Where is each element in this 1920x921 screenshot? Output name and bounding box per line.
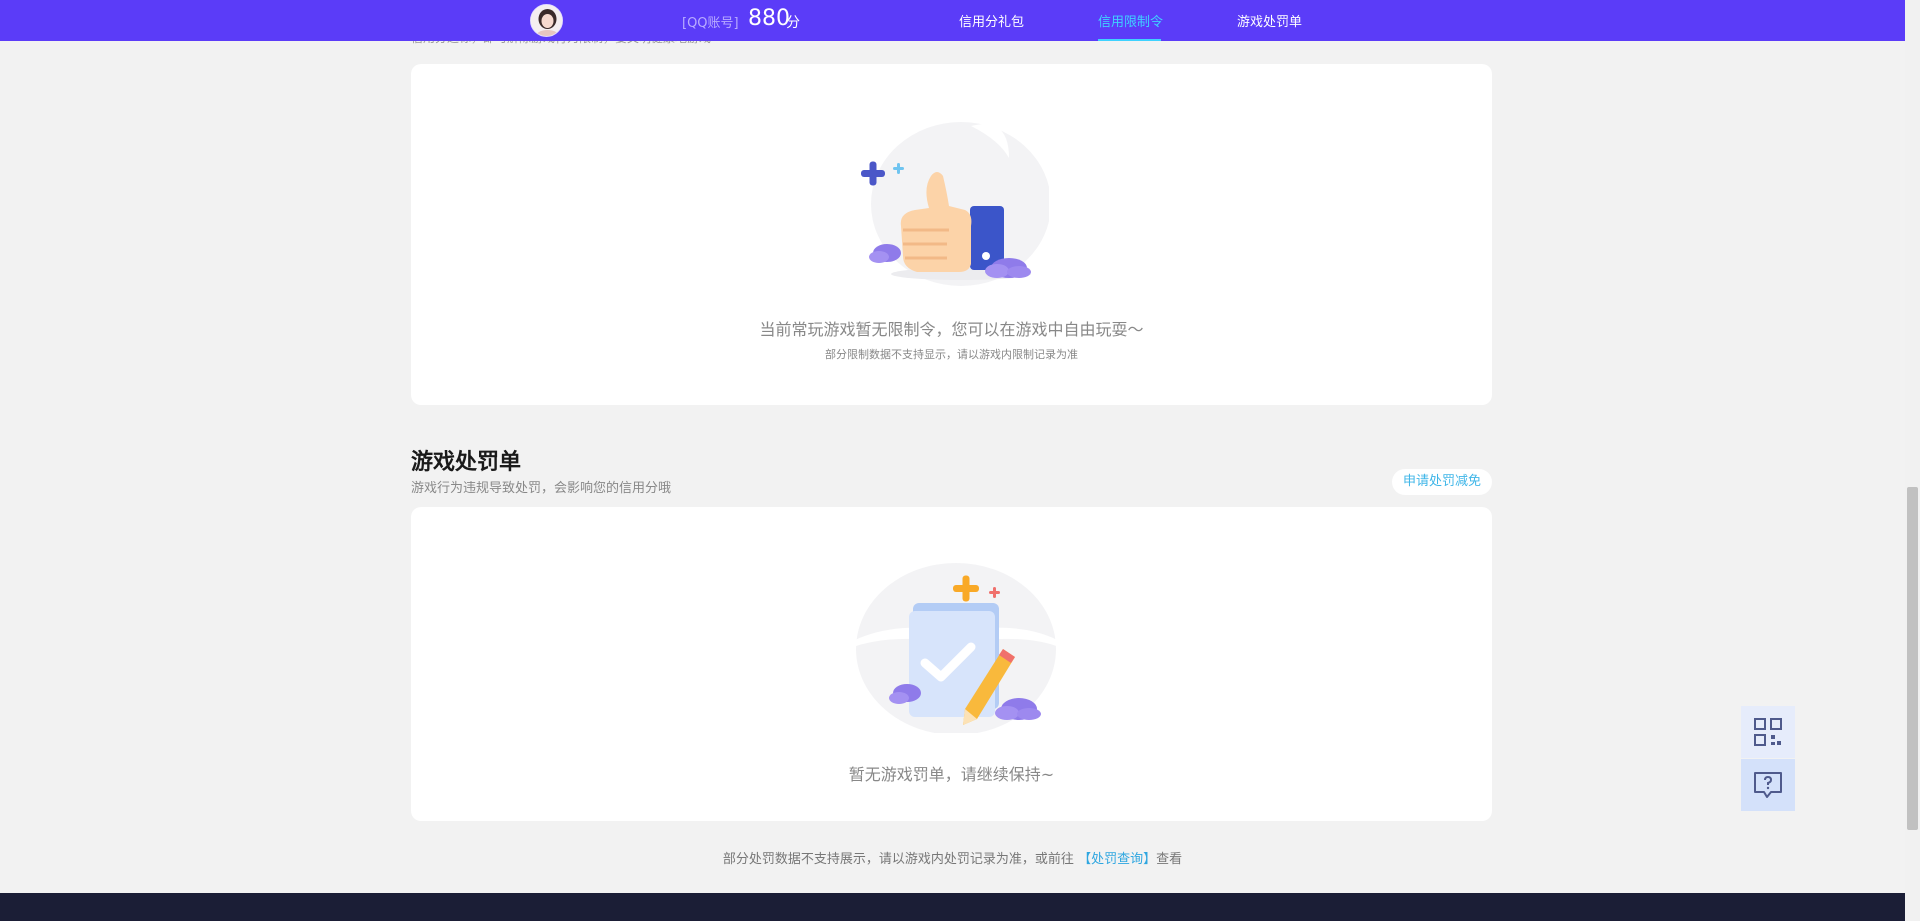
credit-score-value: 880 — [748, 6, 790, 31]
penalty-empty-message: 暂无游戏罚单，请继续保持~ — [848, 765, 1055, 784]
thumbs-up-illustration — [859, 118, 1051, 298]
feedback-help-button[interactable] — [1741, 759, 1795, 811]
footer-note-text: 部分处罚数据不支持展示，请以游戏内处罚记录为准，或前往 — [722, 852, 1074, 867]
footer-note-suffix: 查看 — [1156, 852, 1183, 867]
help-chat-icon — [1754, 772, 1782, 798]
penalty-section-subtitle: 游戏行为违规导致处罚，会影响您的信用分哦 — [411, 481, 672, 496]
penalty-query-link[interactable]: 【处罚查询】 — [1078, 852, 1156, 867]
avatar-image — [531, 5, 562, 36]
tab-credit-gift[interactable]: 信用分礼包 — [959, 11, 1024, 30]
qr-code-icon — [1754, 718, 1782, 746]
restriction-card: 当前常玩游戏暂无限制令，您可以在游戏中自由玩耍～ 部分限制数据不支持显示，请以游… — [411, 64, 1492, 405]
apply-penalty-reduction-button[interactable]: 申请处罚减免 — [1392, 469, 1492, 495]
penalty-section-title: 游戏处罚单 — [411, 450, 522, 475]
tab-credit-restriction[interactable]: 信用限制令 — [1098, 11, 1163, 30]
restriction-empty-message: 当前常玩游戏暂无限制令，您可以在游戏中自由玩耍～ — [759, 320, 1144, 339]
penalty-footer-note: 部分处罚数据不支持展示，请以游戏内处罚记录为准，或前往 【处罚查询】查看 — [0, 848, 1905, 867]
checked-document-illustration — [853, 551, 1059, 737]
active-tab-indicator — [1098, 39, 1161, 41]
user-avatar[interactable] — [530, 4, 563, 37]
page-footer — [0, 893, 1905, 921]
account-type-label: [QQ账号] — [682, 16, 739, 31]
qr-code-button[interactable] — [1741, 706, 1795, 758]
page-scrollbar-thumb[interactable] — [1907, 487, 1918, 830]
penalty-card: 暂无游戏罚单，请继续保持~ — [411, 507, 1492, 821]
tab-game-penalty[interactable]: 游戏处罚单 — [1237, 11, 1302, 30]
restriction-empty-note: 部分限制数据不支持显示，请以游戏内限制记录为准 — [825, 348, 1078, 361]
credit-score-unit: 分 — [786, 15, 800, 31]
top-nav-bar: [QQ账号] 880 分 信用分礼包 信用限制令 游戏处罚单 — [0, 0, 1905, 41]
